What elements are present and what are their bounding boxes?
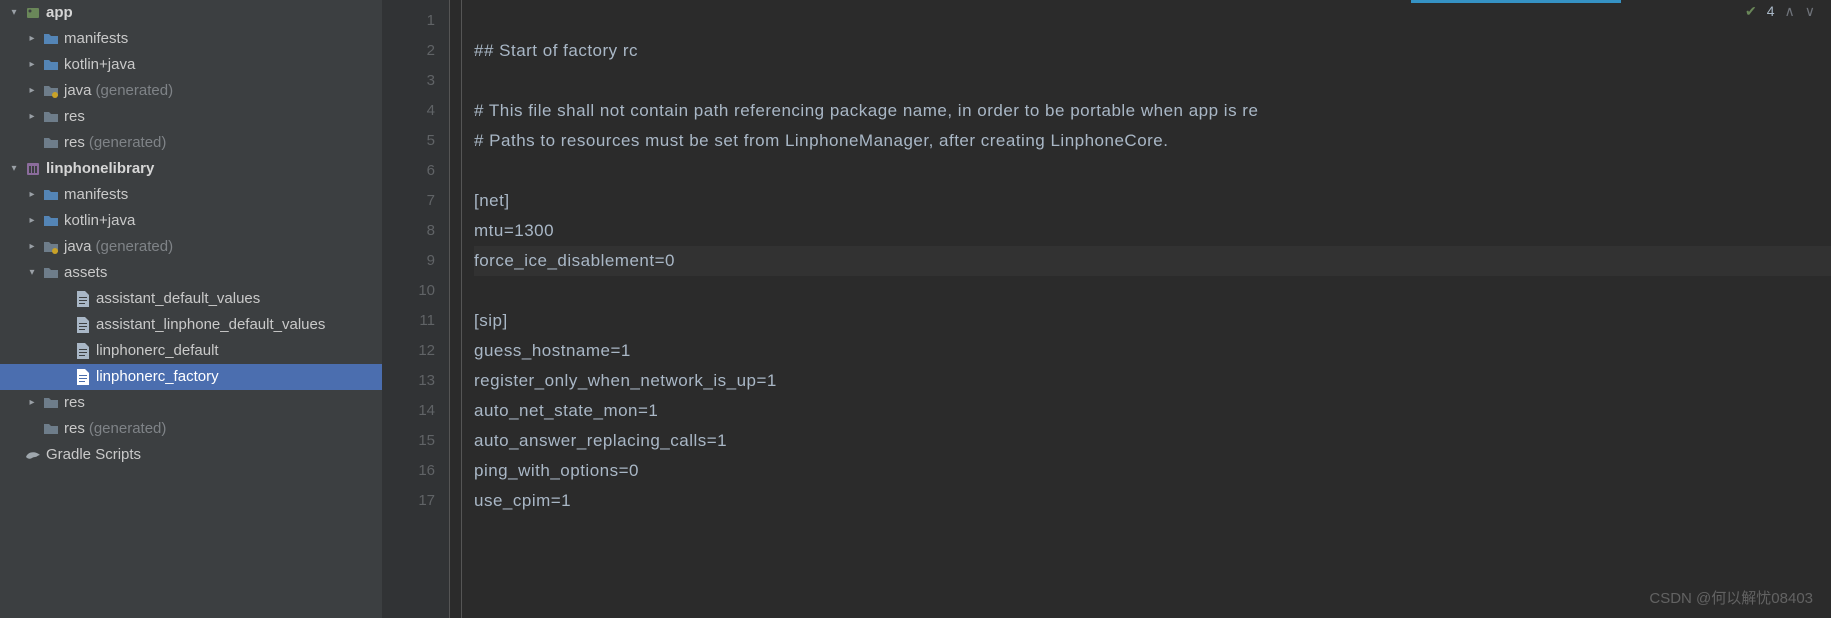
folder-icon bbox=[42, 186, 60, 204]
module-icon bbox=[24, 4, 42, 22]
code-editor[interactable]: 1234567891011121314151617 ## Start of fa… bbox=[382, 0, 1831, 618]
chevron-right-icon: ▸ bbox=[24, 26, 40, 52]
tree-folder-assets[interactable]: ▾ assets bbox=[0, 260, 382, 286]
library-icon bbox=[24, 160, 42, 178]
tree-file[interactable]: assistant_linphone_default_values bbox=[0, 312, 382, 338]
chevron-right-icon: ▸ bbox=[24, 390, 40, 416]
tree-label: Gradle Scripts bbox=[46, 442, 141, 468]
tree-folder-res-generated[interactable]: res (generated) bbox=[0, 130, 382, 156]
editor-gutter: 1234567891011121314151617 bbox=[382, 0, 450, 618]
chevron-right-icon: ▸ bbox=[24, 208, 40, 234]
project-tree[interactable]: ▾ app ▸ manifests ▸ kotlin+java ▸ java (… bbox=[0, 0, 382, 618]
chevron-down-icon: ▾ bbox=[24, 260, 40, 286]
gutter-divider bbox=[450, 0, 462, 618]
tree-label: java bbox=[64, 234, 92, 260]
tree-file-selected[interactable]: linphonerc_factory bbox=[0, 364, 382, 390]
tree-label: assistant_linphone_default_values bbox=[96, 312, 325, 338]
tree-label: res bbox=[64, 130, 85, 156]
file-icon bbox=[74, 290, 92, 308]
chevron-right-icon: ▸ bbox=[24, 52, 40, 78]
tree-file[interactable]: linphonerc_default bbox=[0, 338, 382, 364]
tree-folder-res-generated[interactable]: res (generated) bbox=[0, 416, 382, 442]
check-icon: ✔ bbox=[1745, 3, 1757, 20]
tree-label: assistant_default_values bbox=[96, 286, 260, 312]
folder-res-icon bbox=[42, 394, 60, 412]
problems-count: 4 bbox=[1767, 3, 1775, 19]
tree-label: linphonelibrary bbox=[46, 156, 154, 182]
tree-folder-res[interactable]: ▸ res bbox=[0, 390, 382, 416]
tree-suffix: (generated) bbox=[89, 130, 167, 156]
folder-icon bbox=[42, 30, 60, 48]
folder-gen-icon bbox=[42, 238, 60, 256]
chevron-right-icon: ▸ bbox=[24, 234, 40, 260]
tree-label: app bbox=[46, 0, 73, 26]
folder-res-icon bbox=[42, 108, 60, 126]
tree-folder-kotlinjava[interactable]: ▸ kotlin+java bbox=[0, 208, 382, 234]
tree-folder-kotlinjava[interactable]: ▸ kotlin+java bbox=[0, 52, 382, 78]
tree-module-linphonelibrary[interactable]: ▾ linphonelibrary bbox=[0, 156, 382, 182]
tree-label: linphonerc_default bbox=[96, 338, 219, 364]
chevron-down-icon: ▾ bbox=[6, 0, 22, 26]
tree-folder-res[interactable]: ▸ res bbox=[0, 104, 382, 130]
file-icon bbox=[74, 368, 92, 386]
tree-label: manifests bbox=[64, 26, 128, 52]
tree-folder-java-generated[interactable]: ▸ java (generated) bbox=[0, 234, 382, 260]
tree-folder-manifests[interactable]: ▸ manifests bbox=[0, 182, 382, 208]
chevron-right-icon: ▸ bbox=[24, 104, 40, 130]
file-icon bbox=[74, 342, 92, 360]
tree-label: assets bbox=[64, 260, 107, 286]
folder-res-icon bbox=[42, 264, 60, 282]
tree-suffix: (generated) bbox=[89, 416, 167, 442]
editor-content[interactable]: ## Start of factory rc# This file shall … bbox=[462, 0, 1831, 618]
tree-label: java bbox=[64, 78, 92, 104]
tab-accent bbox=[1411, 0, 1621, 3]
tree-label: kotlin+java bbox=[64, 208, 135, 234]
chevron-right-icon: ▸ bbox=[24, 182, 40, 208]
chevron-down-icon[interactable]: ∨ bbox=[1805, 3, 1815, 20]
editor-status-bar: ✔ 4 ∧ ∨ bbox=[1745, 0, 1831, 22]
folder-res-icon bbox=[42, 134, 60, 152]
chevron-right-icon: ▸ bbox=[24, 78, 40, 104]
chevron-down-icon: ▾ bbox=[6, 156, 22, 182]
tree-label: linphonerc_factory bbox=[96, 364, 219, 390]
tree-folder-java-generated[interactable]: ▸ java (generated) bbox=[0, 78, 382, 104]
tree-label: res bbox=[64, 390, 85, 416]
folder-res-icon bbox=[42, 420, 60, 438]
folder-gen-icon bbox=[42, 82, 60, 100]
tree-module-app[interactable]: ▾ app bbox=[0, 0, 382, 26]
tree-file[interactable]: assistant_default_values bbox=[0, 286, 382, 312]
tree-suffix: (generated) bbox=[96, 78, 174, 104]
gradle-icon bbox=[24, 446, 42, 464]
folder-icon bbox=[42, 56, 60, 74]
folder-icon bbox=[42, 212, 60, 230]
tree-label: kotlin+java bbox=[64, 52, 135, 78]
tree-label: res bbox=[64, 104, 85, 130]
tree-suffix: (generated) bbox=[96, 234, 174, 260]
tree-folder-manifests[interactable]: ▸ manifests bbox=[0, 26, 382, 52]
file-icon bbox=[74, 316, 92, 334]
tree-gradle-scripts[interactable]: Gradle Scripts bbox=[0, 442, 382, 468]
tree-label: res bbox=[64, 416, 85, 442]
chevron-up-icon[interactable]: ∧ bbox=[1785, 3, 1795, 20]
tree-label: manifests bbox=[64, 182, 128, 208]
